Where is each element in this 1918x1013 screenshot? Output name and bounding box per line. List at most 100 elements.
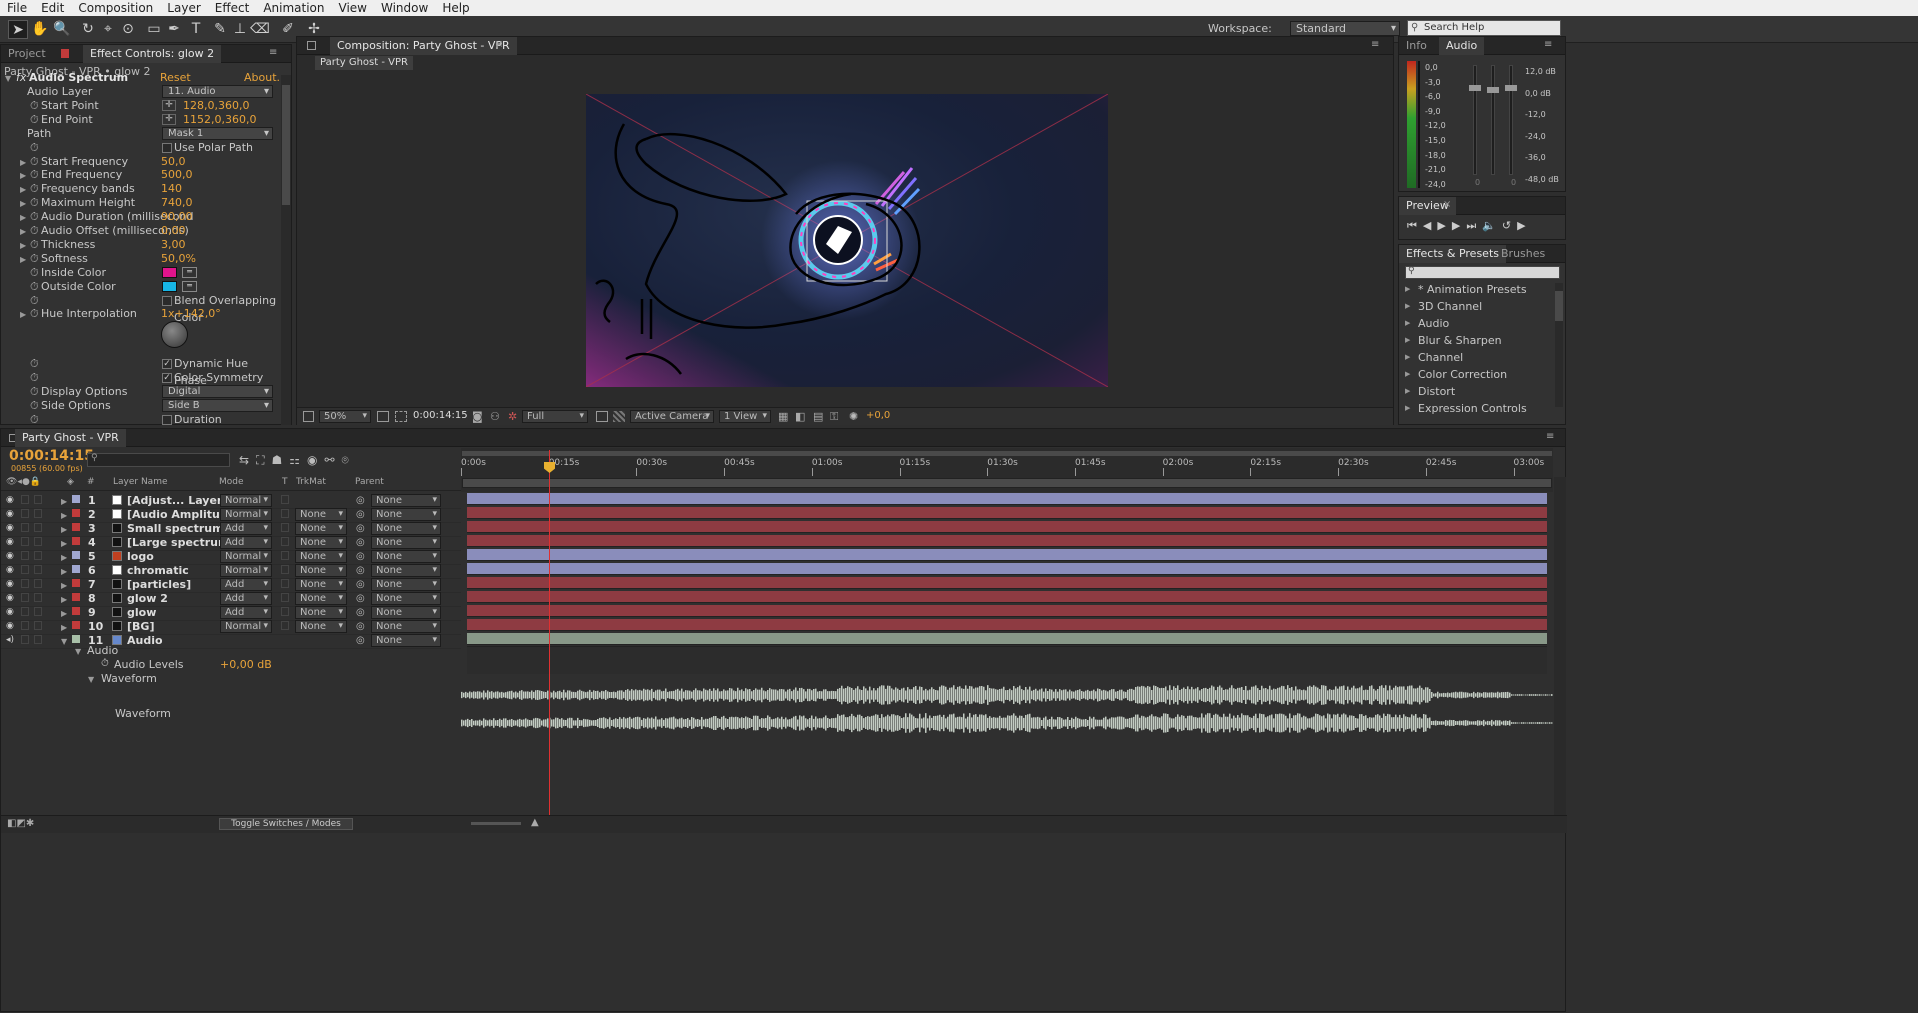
timeline-ruler[interactable]: 0:00s 00:15s 00:30s 00:45s 01:00s 01:15s 01:30…: [461, 448, 1553, 492]
label-color[interactable]: [72, 495, 80, 503]
eyedropper-icon[interactable]: ═: [182, 280, 197, 292]
audio-levels-value[interactable]: +0,00 dB: [220, 658, 272, 671]
comp-timecode[interactable]: 0:00:14:15: [413, 410, 468, 421]
solo-toggle[interactable]: [21, 495, 29, 504]
preserve-transparency-toggle[interactable]: [281, 495, 289, 504]
label-color[interactable]: [72, 579, 80, 587]
region-icon[interactable]: [596, 411, 608, 422]
graph-editor-icon[interactable]: ⚯: [324, 453, 341, 467]
frame-blending-icon[interactable]: ⚏: [289, 453, 307, 467]
preserve-transparency-toggle[interactable]: [281, 621, 289, 630]
lock-toggle[interactable]: [34, 565, 42, 574]
crosshair-icon[interactable]: ✛: [162, 99, 176, 111]
solo-toggle[interactable]: [21, 565, 29, 574]
timeline-menu-icon[interactable]: ≡: [1546, 431, 1554, 442]
effects-scrollbar[interactable]: [1555, 283, 1563, 407]
tab-project[interactable]: Project: [1, 45, 53, 63]
next-frame-icon[interactable]: ▶: [1452, 219, 1466, 232]
label-color[interactable]: [72, 565, 80, 573]
rectangle-tool-icon[interactable]: ▭: [144, 20, 164, 39]
label-color[interactable]: [72, 509, 80, 517]
zoom-slider[interactable]: [471, 822, 521, 825]
comp-subtab[interactable]: Party Ghost - VPR: [315, 56, 413, 70]
search-help-input[interactable]: ⚲ Search Help: [1407, 20, 1561, 36]
playhead-line[interactable]: [549, 450, 550, 816]
tab-composition[interactable]: Composition: Party Ghost - VPR: [330, 37, 517, 55]
solo-toggle[interactable]: [21, 551, 29, 560]
layer-duration-bar[interactable]: [467, 633, 1547, 645]
color-swatch[interactable]: [162, 266, 177, 278]
effect-category-item[interactable]: Color Correction: [1399, 366, 1551, 383]
solo-toggle[interactable]: [21, 607, 29, 616]
eraser-tool-icon[interactable]: ⌫: [250, 20, 270, 39]
preserve-transparency-toggle[interactable]: [281, 509, 289, 518]
menu-item-layer[interactable]: Layer: [160, 0, 207, 16]
checkbox[interactable]: ✓: [162, 359, 172, 369]
effect-category-item[interactable]: Expression Controls: [1399, 400, 1551, 417]
lock-toggle[interactable]: [34, 509, 42, 518]
checkbox[interactable]: [162, 142, 172, 153]
snapshot-icon[interactable]: ◙: [472, 410, 483, 423]
expand-icon[interactable]: ▶: [20, 306, 26, 323]
preview-close-icon[interactable]: ×: [1443, 199, 1451, 210]
lock-toggle[interactable]: [34, 593, 42, 602]
exposure-icon[interactable]: ✺: [849, 410, 858, 423]
camera-select[interactable]: Active Camera: [630, 410, 714, 423]
stopwatch-icon[interactable]: ⏱: [30, 305, 39, 322]
layer-duration-bar[interactable]: [467, 563, 1547, 575]
solo-toggle[interactable]: [21, 593, 29, 602]
comp-mini-flowchart-icon[interactable]: ⇆: [239, 453, 256, 467]
effect-scrollbar[interactable]: [281, 75, 291, 425]
preserve-transparency-toggle[interactable]: [281, 579, 289, 588]
lock-toggle[interactable]: [34, 523, 42, 532]
layer-duration-bar[interactable]: [467, 521, 1547, 533]
col-layer-name[interactable]: Layer Name: [113, 477, 168, 487]
waveform-expand-icon[interactable]: ▼: [88, 675, 94, 684]
play-icon[interactable]: ▶: [1437, 219, 1451, 232]
menu-item-file[interactable]: File: [0, 0, 34, 16]
preserve-transparency-toggle[interactable]: [281, 523, 289, 532]
ram-preview-icon[interactable]: ▶: [1517, 219, 1531, 232]
effect-category-item[interactable]: Generate: [1399, 417, 1551, 421]
comp-menu-icon[interactable]: ≡: [1371, 39, 1379, 50]
col-t[interactable]: T: [282, 477, 288, 487]
tab-effects-presets[interactable]: Effects & Presets: [1399, 245, 1506, 263]
label-color[interactable]: [72, 621, 80, 629]
col-mode[interactable]: Mode: [219, 477, 244, 487]
footer-icons[interactable]: ◧◩✱: [7, 818, 34, 829]
checkbox[interactable]: [162, 414, 172, 425]
eyedropper-icon[interactable]: ═: [182, 266, 197, 278]
mute-icon[interactable]: 🔈: [1482, 219, 1502, 232]
rotate-tool-icon[interactable]: ↻: [78, 20, 98, 39]
label-color[interactable]: [72, 607, 80, 615]
transparency-grid-icon[interactable]: [613, 411, 625, 422]
toggle-pixel-icon[interactable]: ▦: [778, 410, 788, 423]
workspace-select[interactable]: Standard: [1290, 21, 1400, 36]
solo-toggle[interactable]: [21, 621, 29, 630]
clone-stamp-tool-icon[interactable]: ⊥: [230, 20, 250, 39]
menu-item-help[interactable]: Help: [435, 0, 476, 16]
tab-timeline[interactable]: Party Ghost - VPR: [15, 429, 126, 447]
layer-duration-bar[interactable]: [467, 591, 1547, 603]
zoom-in-icon[interactable]: ▲: [531, 817, 539, 828]
motion-blur-icon[interactable]: ◉: [307, 453, 324, 467]
lock-toggle[interactable]: [34, 621, 42, 630]
view-layout-select[interactable]: 1 View: [719, 410, 771, 423]
panel-menu-icon[interactable]: ≡: [269, 47, 277, 58]
label-color[interactable]: [72, 523, 80, 531]
preserve-transparency-toggle[interactable]: [281, 537, 289, 546]
layer-duration-bar[interactable]: [467, 549, 1547, 561]
hand-tool-icon[interactable]: ✋: [30, 20, 50, 39]
pan-behind-tool-icon[interactable]: ⊙: [118, 20, 138, 39]
timeline-icon[interactable]: ▤: [813, 410, 823, 423]
fast-preview-icon[interactable]: ◧: [795, 410, 805, 423]
type-tool-icon[interactable]: T: [186, 20, 206, 39]
stopwatch-icon[interactable]: ⏱: [101, 658, 109, 669]
prop-value[interactable]: 1x+142,0°: [161, 305, 221, 322]
effect-category-item[interactable]: Audio: [1399, 315, 1551, 332]
audio-slider-right-thumb[interactable]: [1505, 85, 1517, 91]
label-color[interactable]: [72, 537, 80, 545]
col-parent[interactable]: Parent: [355, 477, 384, 487]
lock-toggle[interactable]: [34, 537, 42, 546]
layer-duration-bar[interactable]: [467, 605, 1547, 617]
